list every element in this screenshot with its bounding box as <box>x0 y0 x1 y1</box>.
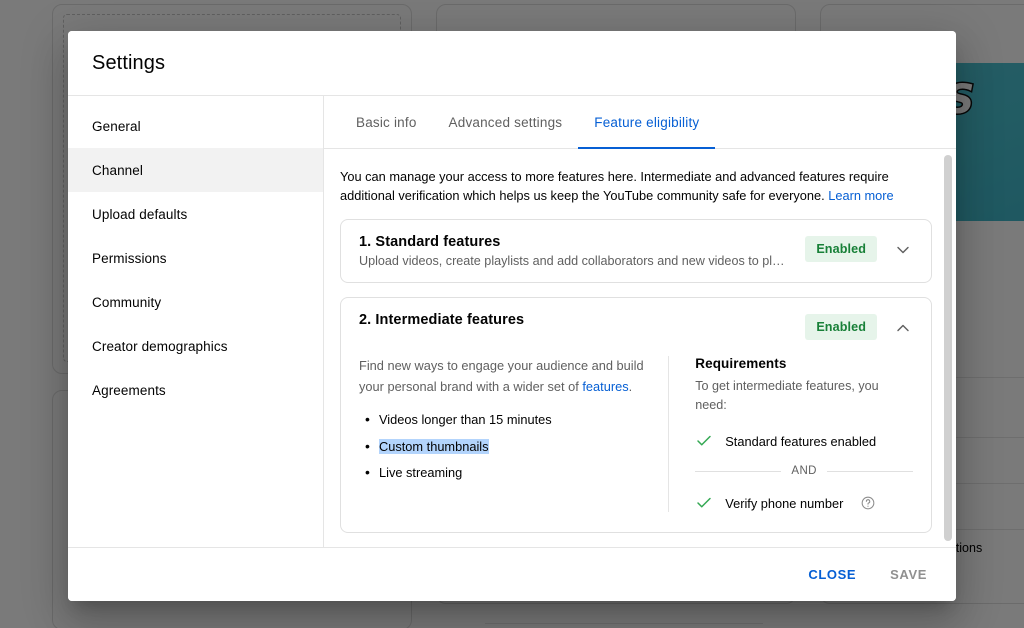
requirement-standard-features: Standard features enabled <box>695 432 913 450</box>
dialog-header: Settings <box>68 31 956 95</box>
sidebar-item-label: General <box>92 119 141 134</box>
intermediate-features-title: 2. Intermediate features <box>359 312 793 328</box>
sidebar-item-creator-demographics[interactable]: Creator demographics <box>68 324 323 368</box>
chevron-down-glyph <box>893 240 913 260</box>
list-item: Videos longer than 15 minutes <box>379 411 646 428</box>
requirements-subtitle: To get intermediate features, you need: <box>695 377 885 415</box>
sidebar-item-community[interactable]: Community <box>68 280 323 324</box>
standard-features-card: 1. Standard features Upload videos, crea… <box>340 219 932 283</box>
sidebar-item-general[interactable]: General <box>68 104 323 148</box>
check-icon <box>695 432 713 450</box>
dialog-title: Settings <box>92 52 165 75</box>
sidebar-item-label: Permissions <box>92 251 167 266</box>
standard-features-title: 1. Standard features <box>359 234 793 250</box>
features-link[interactable]: features <box>582 379 628 394</box>
tab-label: Basic info <box>356 115 417 130</box>
intermediate-features-left-column: Find new ways to engage your audience an… <box>359 356 669 512</box>
list-item: Live streaming <box>379 464 646 481</box>
and-label: AND <box>791 465 816 477</box>
check-icon <box>695 494 713 512</box>
dialog-body: General Channel Upload defaults Permissi… <box>68 95 956 547</box>
requirements-title: Requirements <box>695 356 913 371</box>
requirement-verify-phone: Verify phone number <box>695 494 913 512</box>
tab-basic-info[interactable]: Basic info <box>340 96 433 148</box>
sidebar-item-agreements[interactable]: Agreements <box>68 368 323 412</box>
requirement-label: Verify phone number <box>725 496 843 511</box>
feature-eligibility-panel: You can manage your access to more featu… <box>324 149 956 547</box>
intermediate-features-list: Videos longer than 15 minutes Custom thu… <box>359 411 646 481</box>
chevron-up-glyph <box>893 318 913 338</box>
settings-dialog: Settings General Channel Upload defaults… <box>68 31 956 601</box>
sidebar-item-label: Creator demographics <box>92 339 228 354</box>
list-item: Custom thumbnails <box>379 438 646 455</box>
requirements-and-separator: AND <box>695 465 913 477</box>
intro-text: You can manage your access to more featu… <box>340 167 900 205</box>
intermediate-features-header[interactable]: 2. Intermediate features Enabled <box>341 298 931 356</box>
tab-bar: Basic info Advanced settings Feature eli… <box>324 96 956 149</box>
content-scrollbar-thumb[interactable] <box>944 155 952 541</box>
feature-bullet-label: Live streaming <box>379 465 462 480</box>
description-text-after: . <box>629 379 633 394</box>
dialog-footer: CLOSE SAVE <box>68 547 956 601</box>
sidebar-item-permissions[interactable]: Permissions <box>68 236 323 280</box>
requirement-label: Standard features enabled <box>725 434 876 449</box>
feature-bullet-label: Videos longer than 15 minutes <box>379 412 552 427</box>
intermediate-features-status-badge: Enabled <box>805 314 877 340</box>
standard-features-header[interactable]: 1. Standard features Upload videos, crea… <box>341 220 931 282</box>
help-circle-icon[interactable] <box>861 496 875 510</box>
tab-advanced-settings[interactable]: Advanced settings <box>433 96 579 148</box>
settings-content: Basic info Advanced settings Feature eli… <box>324 96 956 547</box>
sidebar-item-upload-defaults[interactable]: Upload defaults <box>68 192 323 236</box>
sidebar-item-channel[interactable]: Channel <box>68 148 323 192</box>
intermediate-features-body: Find new ways to engage your audience an… <box>341 356 931 532</box>
close-button[interactable]: CLOSE <box>795 558 869 591</box>
sidebar-item-label: Community <box>92 295 161 310</box>
tab-feature-eligibility[interactable]: Feature eligibility <box>578 96 715 148</box>
standard-features-subtitle: Upload videos, create playlists and add … <box>359 254 789 268</box>
settings-sidebar: General Channel Upload defaults Permissi… <box>68 96 324 547</box>
intro-body: You can manage your access to more featu… <box>340 169 889 203</box>
standard-features-status-badge: Enabled <box>805 236 877 262</box>
intermediate-features-card: 2. Intermediate features Enabled Fi <box>340 297 932 533</box>
requirements-column: Requirements To get intermediate feature… <box>669 356 913 512</box>
content-scrollbar-track[interactable] <box>944 155 952 541</box>
divider-line-left <box>695 471 781 472</box>
tab-label: Feature eligibility <box>594 115 699 130</box>
chevron-up-icon[interactable] <box>889 314 917 342</box>
feature-bullet-label-selected: Custom thumbnails <box>379 439 489 454</box>
learn-more-link[interactable]: Learn more <box>828 188 893 203</box>
tab-label: Advanced settings <box>449 115 563 130</box>
chevron-down-icon[interactable] <box>889 236 917 264</box>
intermediate-features-description: Find new ways to engage your audience an… <box>359 356 646 397</box>
sidebar-item-label: Agreements <box>92 383 166 398</box>
divider-line-right <box>827 471 913 472</box>
sidebar-item-label: Upload defaults <box>92 207 187 222</box>
sidebar-item-label: Channel <box>92 163 143 178</box>
save-button[interactable]: SAVE <box>877 558 940 591</box>
